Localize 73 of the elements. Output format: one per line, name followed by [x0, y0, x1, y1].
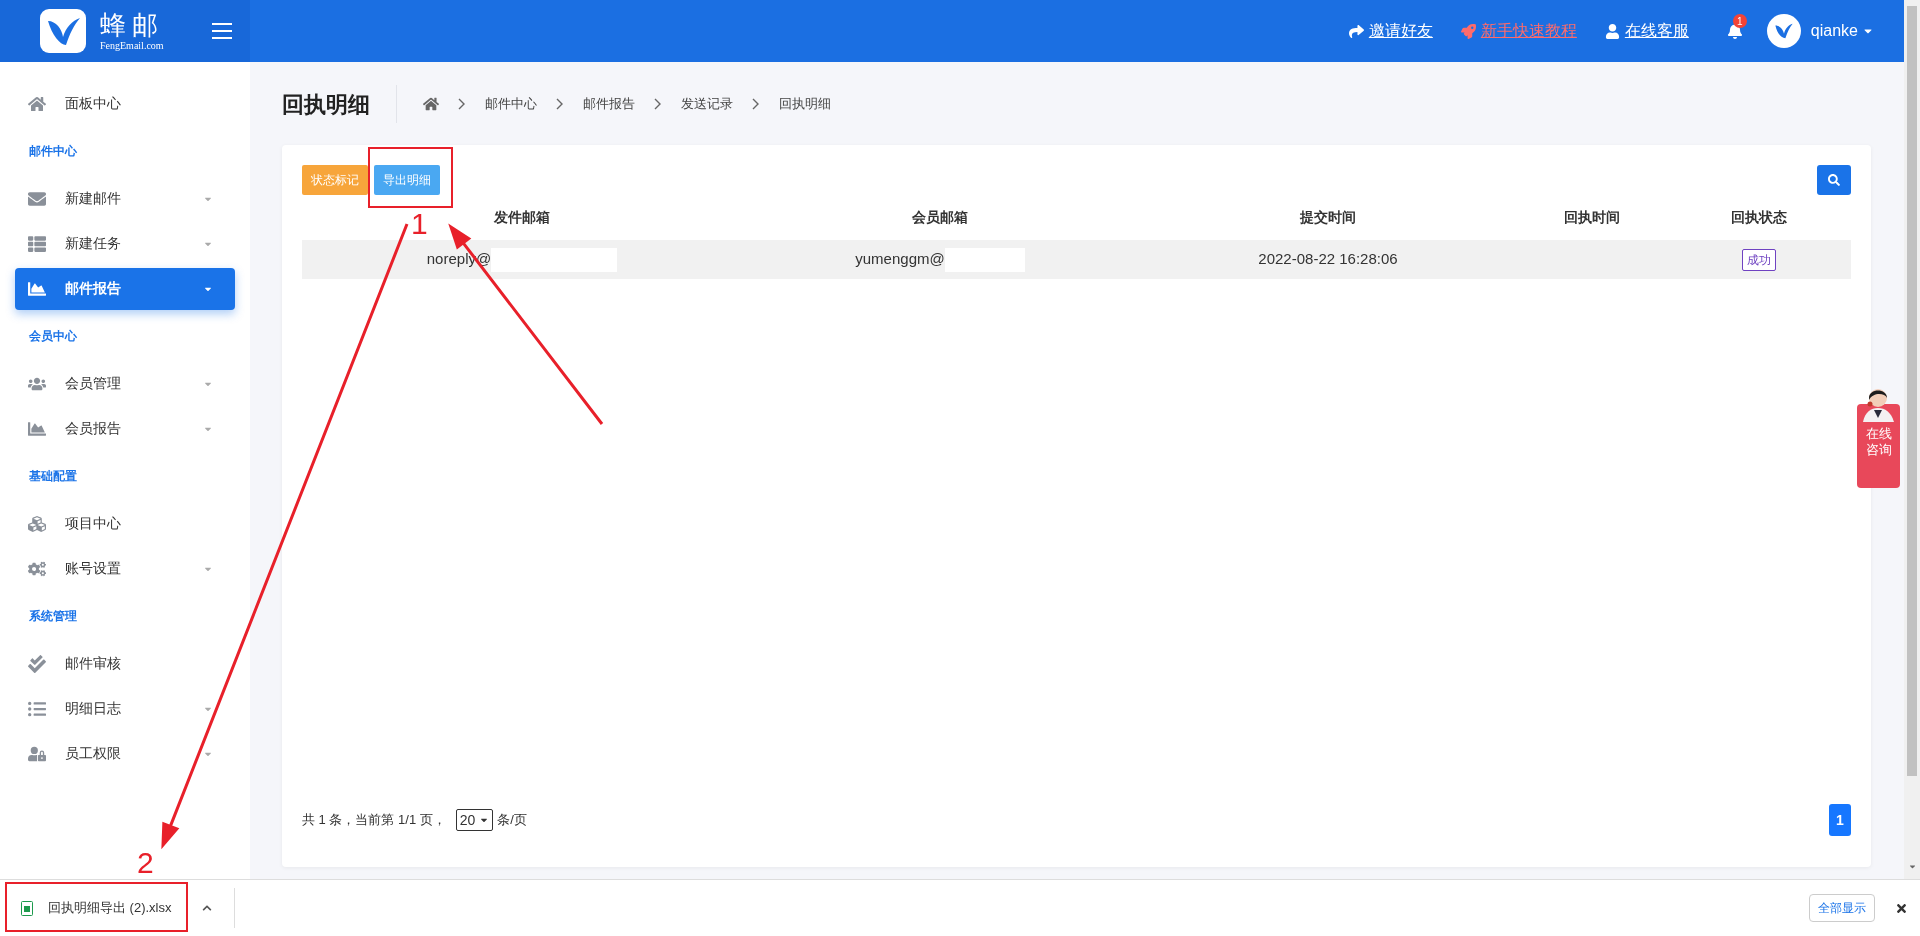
breadcrumb-item[interactable]: 发送记录	[681, 94, 733, 114]
breadcrumb-item: 回执明细	[779, 95, 831, 114]
page-button[interactable]: 1	[1829, 804, 1851, 836]
page-size-select[interactable]: 20	[455, 809, 494, 831]
menu-item-icon	[28, 279, 46, 298]
table-cell-text: 2022-08-22 16:28:06	[1257, 249, 1399, 270]
close-icon[interactable]	[1895, 901, 1908, 915]
search-icon	[1828, 174, 1840, 186]
chat-widget[interactable]: 在线咨询	[1857, 422, 1900, 488]
menu-item-icon	[28, 654, 46, 673]
avatar[interactable]	[1766, 14, 1801, 48]
logo-title: 蜂邮	[100, 11, 164, 38]
sidebar-section-title: 系统管理	[29, 608, 77, 625]
show-all-button[interactable]: 全部显示	[1809, 894, 1875, 922]
column-header: 回执状态	[1730, 208, 1787, 227]
chevron-icon	[556, 98, 564, 110]
header-link[interactable]: 在线客服	[1604, 19, 1689, 43]
menu-item-icon	[28, 189, 46, 208]
sidebar-section-title: 邮件中心	[29, 143, 77, 160]
sidebar-item[interactable]: 员工权限	[15, 732, 235, 775]
rocket-icon	[1460, 23, 1476, 39]
menu-item-icon	[28, 234, 46, 253]
sidebar-item[interactable]: 邮件报告	[15, 267, 235, 310]
breadcrumb-item[interactable]: 邮件中心	[485, 94, 537, 114]
sidebar-item[interactable]: 邮件审核	[15, 642, 235, 685]
sidebar-item[interactable]: 会员报告	[15, 407, 235, 450]
column-header: 提交时间	[1300, 208, 1356, 227]
spreadsheet-file-icon	[21, 900, 33, 916]
username[interactable]: qianke	[1810, 19, 1858, 43]
scroll-down-icon	[1907, 862, 1917, 871]
status-tag: 成功	[1741, 248, 1776, 271]
menu-icon	[212, 23, 232, 39]
menu-item-icon	[28, 559, 46, 578]
page-size-unit: 条/页	[497, 811, 527, 830]
sidebar-item[interactable]: 面板中心	[15, 82, 235, 125]
column-header: 发件邮箱	[494, 208, 550, 227]
page-title: 回执明细	[282, 90, 370, 119]
menu-button[interactable]	[212, 23, 232, 39]
chevron-up-icon[interactable]	[202, 903, 212, 913]
menu-item-icon	[28, 744, 46, 763]
sidebar-item[interactable]: 项目中心	[15, 502, 235, 545]
sidebar-section-title: 会员中心	[29, 328, 77, 345]
sidebar-section-title: 基础配置	[29, 468, 77, 485]
file-name: 回执明细导出 (2).xlsx	[48, 899, 172, 918]
annotation-number: 2	[137, 848, 154, 878]
home-icon[interactable]	[423, 96, 439, 112]
annotation-number: 1	[411, 209, 428, 239]
table-cell-text: yumenggm@	[855, 249, 945, 270]
menu-item-icon	[28, 419, 46, 438]
notification-badge: 1	[1732, 14, 1747, 28]
sidebar-item[interactable]: 明细日志	[15, 687, 235, 730]
column-header: 回执时间	[1564, 208, 1620, 227]
sidebar-item[interactable]: 新建任务	[15, 222, 235, 265]
menu-item-icon	[28, 514, 46, 533]
search-button[interactable]	[1817, 165, 1851, 195]
chevron-icon	[654, 98, 662, 110]
chevron-icon	[752, 98, 760, 110]
menu-item-icon	[28, 699, 46, 718]
chevron-icon	[458, 98, 466, 110]
scrollbar[interactable]	[1904, 0, 1920, 879]
user-icon	[1604, 23, 1620, 39]
menu-item-icon	[28, 94, 46, 113]
chat-label: 在线咨询	[1865, 426, 1892, 459]
sidebar-item[interactable]: 账号设置	[15, 547, 235, 590]
sidebar-item[interactable]: 会员管理	[15, 362, 235, 405]
logo-subtitle: FengEmail.com	[100, 40, 164, 51]
pagination-summary: 共 1 条，当前第 1/1 页，	[302, 811, 446, 830]
header-link[interactable]: 邀请好友	[1348, 19, 1433, 43]
share-icon	[1348, 23, 1364, 39]
column-header: 会员邮箱	[912, 208, 968, 227]
sidebar-item[interactable]: 新建邮件	[15, 177, 235, 220]
download-item[interactable]: 回执明细导出 (2).xlsx	[0, 880, 234, 936]
breadcrumb-item[interactable]: 邮件报告	[583, 94, 635, 114]
